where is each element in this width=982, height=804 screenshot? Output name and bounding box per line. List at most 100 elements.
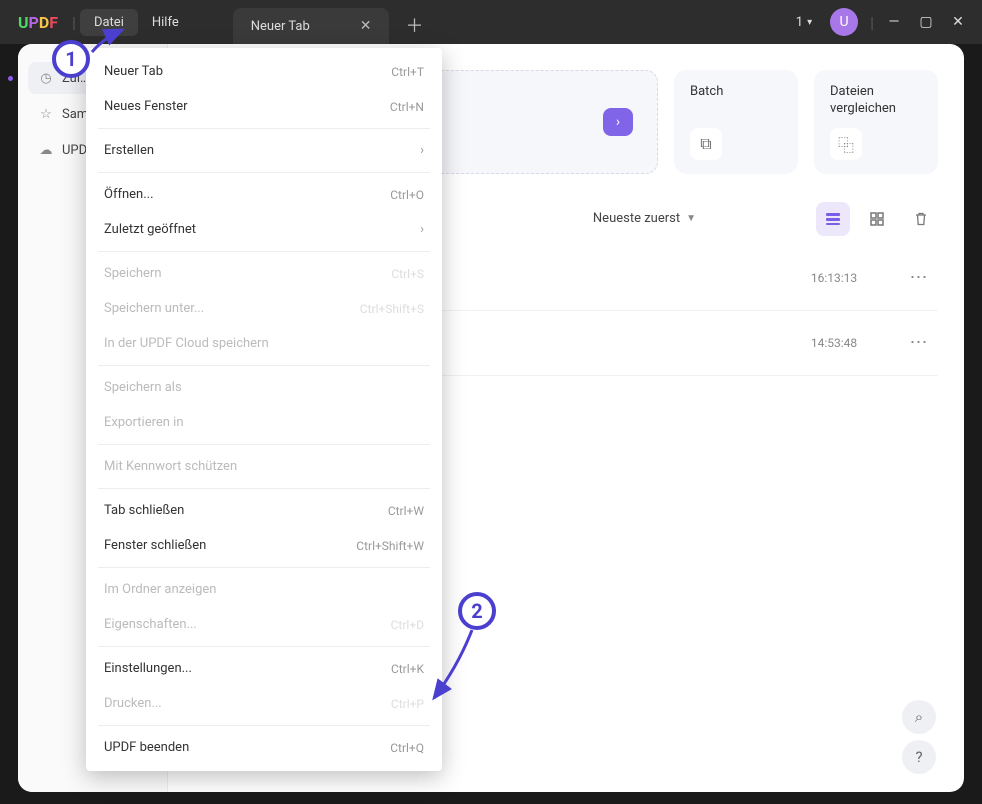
- menu-label: Öffnen...: [104, 187, 154, 202]
- chevron-right-icon: ›: [420, 222, 424, 237]
- more-icon[interactable]: ⋯: [904, 267, 934, 288]
- separator: |: [870, 13, 874, 32]
- menu-divider: [98, 172, 430, 173]
- menu-shortcut: Ctrl+Q: [390, 741, 424, 755]
- batch-label: Batch: [690, 84, 782, 101]
- separator: |: [72, 13, 76, 32]
- menu-item[interactable]: Einstellungen... Ctrl+K: [86, 651, 442, 686]
- menu-shortcut: Ctrl+K: [391, 662, 424, 676]
- search-fab[interactable]: ⌕: [902, 700, 936, 734]
- menu-label: Drucken...: [104, 696, 162, 711]
- menu-divider: [98, 646, 430, 647]
- menu-label: Speichern unter...: [104, 301, 204, 316]
- annotation-arrow-2: [428, 626, 480, 706]
- help-fab[interactable]: ?: [902, 740, 936, 774]
- window-count[interactable]: 1 ▾: [796, 15, 812, 30]
- compare-card[interactable]: Dateien vergleichen ⿻: [814, 70, 938, 174]
- add-tab-icon[interactable]: ＋: [395, 6, 433, 44]
- menu-shortcut: Ctrl+N: [390, 100, 424, 114]
- menu-item: Eigenschaften... Ctrl+D: [86, 607, 442, 642]
- tab-label: Neuer Tab: [251, 19, 310, 34]
- chevron-down-icon: ▼: [686, 213, 696, 224]
- batch-icon: ⧉: [690, 128, 722, 160]
- file-time: 16:13:13: [764, 271, 904, 285]
- menu-label: Speichern: [104, 266, 162, 281]
- close-window-icon[interactable]: ✕: [942, 14, 974, 30]
- menu-shortcut: Ctrl+P: [391, 697, 424, 711]
- menu-item: Speichern unter... Ctrl+Shift+S: [86, 291, 442, 326]
- menu-label: Fenster schließen: [104, 538, 206, 553]
- menu-label: Im Ordner anzeigen: [104, 582, 216, 597]
- menu-item[interactable]: Öffnen... Ctrl+O: [86, 177, 442, 212]
- menu-item: Mit Kennwort schützen: [86, 449, 442, 484]
- menu-item: Drucken... Ctrl+P: [86, 686, 442, 721]
- menu-label: Tab schließen: [104, 503, 184, 518]
- menu-shortcut: Ctrl+D: [391, 618, 424, 632]
- menu-label: Exportieren in: [104, 415, 184, 430]
- menu-item: In der UPDF Cloud speichern: [86, 326, 442, 361]
- menu-label: In der UPDF Cloud speichern: [104, 336, 269, 351]
- menu-divider: [98, 488, 430, 489]
- trash-icon[interactable]: [904, 202, 938, 236]
- menu-item[interactable]: Neuer Tab Ctrl+T: [86, 54, 442, 89]
- menu-help[interactable]: Hilfe: [138, 9, 193, 36]
- menu-label: Erstellen: [104, 143, 154, 158]
- menu-label: Zuletzt geöffnet: [104, 222, 196, 237]
- sort-label: Neueste zuerst: [593, 211, 680, 226]
- menu-item[interactable]: Tab schließen Ctrl+W: [86, 493, 442, 528]
- view-list-icon[interactable]: [816, 202, 850, 236]
- menu-divider: [98, 725, 430, 726]
- annotation-step-1: 1: [52, 40, 90, 78]
- file-menu-dropdown: Neuer Tab Ctrl+T Neues Fenster Ctrl+N Erstel…: [86, 48, 442, 771]
- chevron-right-icon: ›: [420, 143, 424, 158]
- menu-item: Speichern Ctrl+S: [86, 256, 442, 291]
- titlebar: UPDF | Datei Hilfe Neuer Tab ✕ ＋ 1 ▾ U |…: [0, 0, 982, 44]
- menu-item[interactable]: Neues Fenster Ctrl+N: [86, 89, 442, 124]
- indicator-dot: [8, 76, 13, 81]
- menu-label: Eigenschaften...: [104, 617, 197, 632]
- menu-item: Exportieren in: [86, 405, 442, 440]
- menu-divider: [98, 567, 430, 568]
- annotation-step-2: 2: [458, 592, 496, 630]
- menu-shortcut: Ctrl+O: [390, 188, 424, 202]
- minimize-icon[interactable]: —: [878, 14, 910, 30]
- menu-shortcut: Ctrl+T: [391, 65, 424, 79]
- annotation-arrow-1: [88, 26, 128, 56]
- menu-label: Speichern als: [104, 380, 182, 395]
- menu-divider: [98, 365, 430, 366]
- star-icon: ☆: [38, 106, 54, 122]
- file-time: 14:53:48: [764, 336, 904, 350]
- open-arrow-icon[interactable]: ›: [603, 108, 633, 136]
- menu-shortcut: Ctrl+Shift+W: [356, 539, 424, 553]
- menu-label: Neues Fenster: [104, 99, 188, 114]
- menu-label: Neuer Tab: [104, 64, 163, 79]
- cloud-icon: ☁: [38, 142, 54, 158]
- tab-strip: Neuer Tab ✕ ＋: [233, 0, 434, 44]
- more-icon[interactable]: ⋯: [904, 332, 934, 353]
- menu-shortcut: Ctrl+S: [391, 267, 424, 281]
- app-logo: UPDF: [18, 13, 58, 32]
- maximize-icon[interactable]: ▢: [910, 14, 942, 30]
- chevron-down-icon: ▾: [807, 17, 812, 28]
- close-icon[interactable]: ✕: [360, 18, 372, 34]
- menu-item[interactable]: Erstellen ›: [86, 133, 442, 168]
- tab-new[interactable]: Neuer Tab ✕: [233, 8, 390, 44]
- avatar[interactable]: U: [830, 8, 858, 36]
- menu-label: Einstellungen...: [104, 661, 192, 676]
- menu-label: Mit Kennwort schützen: [104, 459, 237, 474]
- menu-divider: [98, 251, 430, 252]
- sort-dropdown[interactable]: Neueste zuerst ▼: [593, 211, 696, 226]
- menu-label: UPDF beenden: [104, 740, 189, 755]
- menu-shortcut: Ctrl+W: [388, 504, 424, 518]
- menu-item[interactable]: Zuletzt geöffnet ›: [86, 212, 442, 247]
- compare-icon: ⿻: [830, 128, 862, 160]
- menu-item[interactable]: Fenster schließen Ctrl+Shift+W: [86, 528, 442, 563]
- window-count-value: 1: [796, 15, 803, 30]
- batch-card[interactable]: Batch ⧉: [674, 70, 798, 174]
- menu-divider: [98, 128, 430, 129]
- menu-item[interactable]: UPDF beenden Ctrl+Q: [86, 730, 442, 765]
- view-grid-icon[interactable]: [860, 202, 894, 236]
- menu-item: Im Ordner anzeigen: [86, 572, 442, 607]
- compare-label: Dateien vergleichen: [830, 84, 922, 118]
- menu-shortcut: Ctrl+Shift+S: [360, 302, 424, 316]
